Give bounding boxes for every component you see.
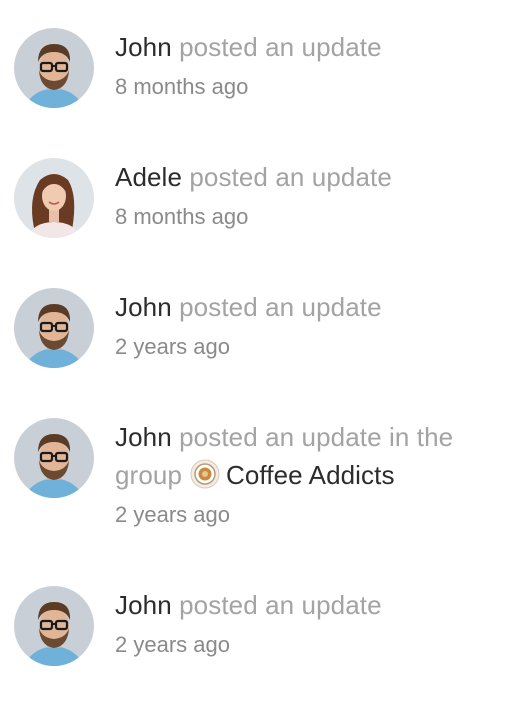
activity-timestamp[interactable]: 2 years ago	[115, 500, 505, 530]
woman-avatar-icon	[14, 158, 94, 238]
group-link[interactable]: Coffee Addicts	[182, 459, 395, 490]
activity-action: posted an update	[179, 32, 382, 62]
user-avatar[interactable]	[14, 418, 94, 498]
activity-text: Adele posted an update	[115, 158, 505, 196]
activity-timestamp[interactable]: 2 years ago	[115, 630, 505, 660]
user-name-link[interactable]: John	[115, 590, 172, 620]
man-glasses-avatar-icon	[14, 586, 94, 666]
activity-content: Adele posted an update 8 months ago	[115, 158, 505, 232]
activity-action: posted an update	[179, 590, 382, 620]
activity-timestamp[interactable]: 2 years ago	[115, 332, 505, 362]
user-name-link[interactable]: Adele	[115, 162, 182, 192]
user-avatar[interactable]	[14, 158, 94, 238]
activity-content: John posted an update 8 months ago	[115, 28, 505, 102]
activity-content: John posted an update 2 years ago	[115, 288, 505, 362]
activity-action: posted an update	[179, 292, 382, 322]
user-name-link[interactable]: John	[115, 32, 172, 62]
activity-timestamp[interactable]: 8 months ago	[115, 202, 505, 232]
man-glasses-avatar-icon	[14, 288, 94, 368]
activity-text: John posted an update in the group Coffe…	[115, 418, 505, 494]
user-name-link[interactable]: John	[115, 292, 172, 322]
activity-content: John posted an update 2 years ago	[115, 586, 505, 660]
activity-text: John posted an update	[115, 288, 505, 326]
activity-action: posted an update	[189, 162, 392, 192]
user-avatar[interactable]	[14, 288, 94, 368]
activity-text: John posted an update	[115, 586, 505, 624]
user-avatar[interactable]	[14, 28, 94, 108]
man-glasses-avatar-icon	[14, 418, 94, 498]
user-avatar[interactable]	[14, 586, 94, 666]
activity-timestamp[interactable]: 8 months ago	[115, 72, 505, 102]
man-glasses-avatar-icon	[14, 28, 94, 108]
user-name-link[interactable]: John	[115, 422, 172, 452]
activity-text: John posted an update	[115, 28, 505, 66]
group-name[interactable]: Coffee Addicts	[226, 460, 395, 490]
coffee-cup-icon	[190, 459, 220, 489]
activity-content: John posted an update in the group Coffe…	[115, 418, 505, 530]
